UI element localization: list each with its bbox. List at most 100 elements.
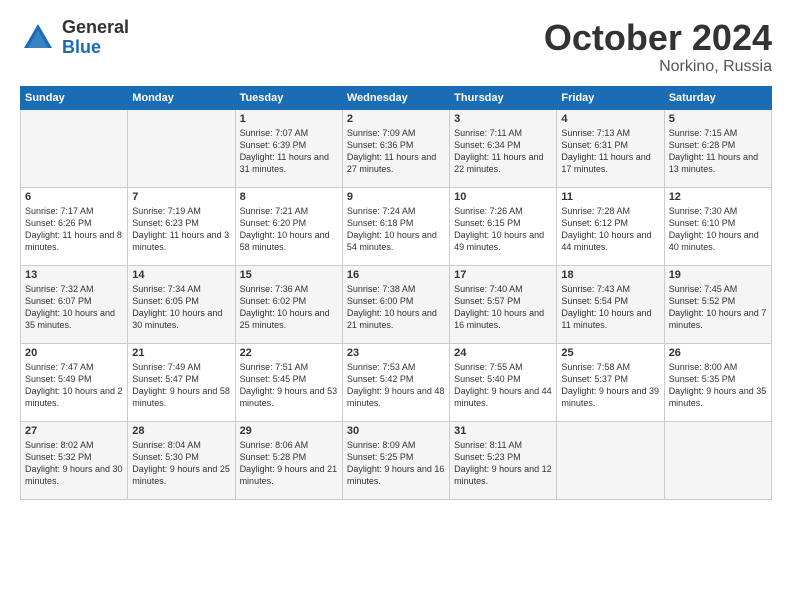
day-number: 11 bbox=[561, 191, 659, 203]
day-number: 25 bbox=[561, 347, 659, 359]
day-number: 9 bbox=[347, 191, 445, 203]
day-number: 6 bbox=[25, 191, 123, 203]
day-number: 16 bbox=[347, 269, 445, 281]
cell-details: Sunrise: 7:58 AMSunset: 5:37 PMDaylight:… bbox=[561, 361, 659, 410]
location: Norkino, Russia bbox=[544, 58, 772, 76]
col-saturday: Saturday bbox=[664, 86, 771, 109]
cell-details: Sunrise: 8:02 AMSunset: 5:32 PMDaylight:… bbox=[25, 439, 123, 488]
cell-details: Sunrise: 7:13 AMSunset: 6:31 PMDaylight:… bbox=[561, 127, 659, 176]
calendar-cell: 24 Sunrise: 7:55 AMSunset: 5:40 PMDayligh… bbox=[450, 343, 557, 421]
day-number: 28 bbox=[132, 425, 230, 437]
cell-details: Sunrise: 7:55 AMSunset: 5:40 PMDaylight:… bbox=[454, 361, 552, 410]
day-number: 31 bbox=[454, 425, 552, 437]
calendar-cell: 6 Sunrise: 7:17 AMSunset: 6:26 PMDaylight… bbox=[21, 187, 128, 265]
cell-details: Sunrise: 7:30 AMSunset: 6:10 PMDaylight:… bbox=[669, 205, 767, 254]
calendar-week-1: 1Sunrise: 7:07 AMSunset: 6:39 PMDaylight… bbox=[21, 109, 772, 187]
calendar-cell: 3Sunrise: 7:11 AMSunset: 6:34 PMDaylight… bbox=[450, 109, 557, 187]
day-number: 29 bbox=[240, 425, 338, 437]
col-tuesday: Tuesday bbox=[235, 86, 342, 109]
day-number: 21 bbox=[132, 347, 230, 359]
month-title: October 2024 bbox=[544, 18, 772, 58]
cell-details: Sunrise: 7:32 AMSunset: 6:07 PMDaylight:… bbox=[25, 283, 123, 332]
calendar-week-2: 6 Sunrise: 7:17 AMSunset: 6:26 PMDaylight… bbox=[21, 187, 772, 265]
calendar-cell: 10Sunrise: 7:26 AMSunset: 6:15 PMDayligh… bbox=[450, 187, 557, 265]
calendar-cell: 25 Sunrise: 7:58 AMSunset: 5:37 PMDayligh… bbox=[557, 343, 664, 421]
col-monday: Monday bbox=[128, 86, 235, 109]
calendar-cell bbox=[128, 109, 235, 187]
day-number: 27 bbox=[25, 425, 123, 437]
day-number: 23 bbox=[347, 347, 445, 359]
day-number: 4 bbox=[561, 113, 659, 125]
cell-details: Sunrise: 8:04 AMSunset: 5:30 PMDaylight:… bbox=[132, 439, 230, 488]
calendar-cell: 21 Sunrise: 7:49 AMSunset: 5:47 PMDayligh… bbox=[128, 343, 235, 421]
cell-details: Sunrise: 7:21 AMSunset: 6:20 PMDaylight:… bbox=[240, 205, 338, 254]
calendar-cell: 15 Sunrise: 7:36 AMSunset: 6:02 PMDayligh… bbox=[235, 265, 342, 343]
day-number: 18 bbox=[561, 269, 659, 281]
calendar-cell: 12Sunrise: 7:30 AMSunset: 6:10 PMDayligh… bbox=[664, 187, 771, 265]
calendar-cell: 5 Sunrise: 7:15 AMSunset: 6:28 PMDaylight… bbox=[664, 109, 771, 187]
cell-details: Sunrise: 7:09 AMSunset: 6:36 PMDaylight:… bbox=[347, 127, 445, 176]
title-block: October 2024 Norkino, Russia bbox=[544, 18, 772, 76]
day-number: 1 bbox=[240, 113, 338, 125]
cell-details: Sunrise: 7:28 AMSunset: 6:12 PMDaylight:… bbox=[561, 205, 659, 254]
calendar-cell: 28 Sunrise: 8:04 AMSunset: 5:30 PMDayligh… bbox=[128, 421, 235, 499]
cell-details: Sunrise: 7:45 AMSunset: 5:52 PMDaylight:… bbox=[669, 283, 767, 332]
calendar-cell: 13 Sunrise: 7:32 AMSunset: 6:07 PMDayligh… bbox=[21, 265, 128, 343]
day-number: 17 bbox=[454, 269, 552, 281]
day-number: 8 bbox=[240, 191, 338, 203]
calendar-cell: 23Sunrise: 7:53 AMSunset: 5:42 PMDayligh… bbox=[342, 343, 449, 421]
calendar-cell: 17 Sunrise: 7:40 AMSunset: 5:57 PMDayligh… bbox=[450, 265, 557, 343]
day-number: 14 bbox=[132, 269, 230, 281]
day-number: 10 bbox=[454, 191, 552, 203]
logo-blue-text: Blue bbox=[62, 38, 129, 58]
calendar-cell: 7 Sunrise: 7:19 AMSunset: 6:23 PMDaylight… bbox=[128, 187, 235, 265]
col-wednesday: Wednesday bbox=[342, 86, 449, 109]
day-number: 15 bbox=[240, 269, 338, 281]
calendar-cell: 26 Sunrise: 8:00 AMSunset: 5:35 PMDayligh… bbox=[664, 343, 771, 421]
cell-details: Sunrise: 7:19 AMSunset: 6:23 PMDaylight:… bbox=[132, 205, 230, 254]
calendar-cell: 27 Sunrise: 8:02 AMSunset: 5:32 PMDayligh… bbox=[21, 421, 128, 499]
cell-details: Sunrise: 7:34 AMSunset: 6:05 PMDaylight:… bbox=[132, 283, 230, 332]
cell-details: Sunrise: 7:49 AMSunset: 5:47 PMDaylight:… bbox=[132, 361, 230, 410]
day-number: 30 bbox=[347, 425, 445, 437]
calendar-cell: 20Sunrise: 7:47 AMSunset: 5:49 PMDayligh… bbox=[21, 343, 128, 421]
cell-details: Sunrise: 8:06 AMSunset: 5:28 PMDaylight:… bbox=[240, 439, 338, 488]
calendar-cell: 18Sunrise: 7:43 AMSunset: 5:54 PMDayligh… bbox=[557, 265, 664, 343]
day-number: 13 bbox=[25, 269, 123, 281]
cell-details: Sunrise: 7:17 AMSunset: 6:26 PMDaylight:… bbox=[25, 205, 123, 254]
header-row: Sunday Monday Tuesday Wednesday Thursday… bbox=[21, 86, 772, 109]
logo-general-text: General bbox=[62, 18, 129, 38]
cell-details: Sunrise: 7:40 AMSunset: 5:57 PMDaylight:… bbox=[454, 283, 552, 332]
calendar-cell: 2Sunrise: 7:09 AMSunset: 6:36 PMDaylight… bbox=[342, 109, 449, 187]
day-number: 22 bbox=[240, 347, 338, 359]
day-number: 19 bbox=[669, 269, 767, 281]
calendar-cell: 19 Sunrise: 7:45 AMSunset: 5:52 PMDayligh… bbox=[664, 265, 771, 343]
day-number: 24 bbox=[454, 347, 552, 359]
calendar-cell: 8 Sunrise: 7:21 AMSunset: 6:20 PMDaylight… bbox=[235, 187, 342, 265]
day-number: 7 bbox=[132, 191, 230, 203]
calendar-cell: 30 Sunrise: 8:09 AMSunset: 5:25 PMDayligh… bbox=[342, 421, 449, 499]
calendar-cell bbox=[664, 421, 771, 499]
calendar-cell: 1Sunrise: 7:07 AMSunset: 6:39 PMDaylight… bbox=[235, 109, 342, 187]
cell-details: Sunrise: 7:15 AMSunset: 6:28 PMDaylight:… bbox=[669, 127, 767, 176]
cell-details: Sunrise: 7:51 AMSunset: 5:45 PMDaylight:… bbox=[240, 361, 338, 410]
col-thursday: Thursday bbox=[450, 86, 557, 109]
cell-details: Sunrise: 7:38 AMSunset: 6:00 PMDaylight:… bbox=[347, 283, 445, 332]
cell-details: Sunrise: 8:00 AMSunset: 5:35 PMDaylight:… bbox=[669, 361, 767, 410]
calendar-cell bbox=[21, 109, 128, 187]
logo-text: General Blue bbox=[62, 18, 129, 58]
calendar-cell: 31 Sunrise: 8:11 AMSunset: 5:23 PMDayligh… bbox=[450, 421, 557, 499]
day-number: 26 bbox=[669, 347, 767, 359]
logo-icon bbox=[20, 20, 56, 56]
calendar-table: Sunday Monday Tuesday Wednesday Thursday… bbox=[20, 86, 772, 500]
cell-details: Sunrise: 8:09 AMSunset: 5:25 PMDaylight:… bbox=[347, 439, 445, 488]
cell-details: Sunrise: 7:47 AMSunset: 5:49 PMDaylight:… bbox=[25, 361, 123, 410]
cell-details: Sunrise: 7:24 AMSunset: 6:18 PMDaylight:… bbox=[347, 205, 445, 254]
col-sunday: Sunday bbox=[21, 86, 128, 109]
day-number: 5 bbox=[669, 113, 767, 125]
cell-details: Sunrise: 8:11 AMSunset: 5:23 PMDaylight:… bbox=[454, 439, 552, 488]
header: General Blue October 2024 Norkino, Russi… bbox=[20, 18, 772, 76]
calendar-cell: 16 Sunrise: 7:38 AMSunset: 6:00 PMDayligh… bbox=[342, 265, 449, 343]
page-container: General Blue October 2024 Norkino, Russi… bbox=[0, 0, 792, 510]
cell-details: Sunrise: 7:36 AMSunset: 6:02 PMDaylight:… bbox=[240, 283, 338, 332]
